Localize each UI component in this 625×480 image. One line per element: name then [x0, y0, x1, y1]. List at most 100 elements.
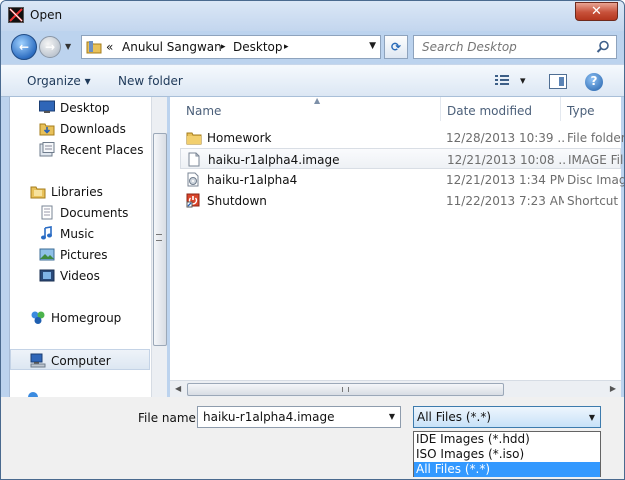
file-row-shutdown[interactable]: Shutdown 11/22/2013 7:23 AM Shortcut [180, 190, 621, 211]
documents-icon [39, 205, 55, 220]
file-type: File folder [567, 131, 625, 145]
address-dropdown-icon[interactable]: ▼ [369, 41, 376, 51]
file-name-label: File name: [138, 411, 200, 425]
nav-item-label: Pictures [60, 248, 108, 262]
search-input[interactable] [420, 37, 590, 57]
homegroup-icon [30, 310, 46, 325]
search-icon[interactable] [596, 40, 610, 57]
file-icon [187, 152, 201, 167]
nav-item-music[interactable]: Music [10, 223, 150, 244]
nav-item-label: Documents [60, 206, 129, 220]
recent-places-icon [39, 142, 55, 157]
nav-item-pictures[interactable]: Pictures [10, 244, 150, 265]
breadcrumb-separator[interactable]: ▸ [221, 42, 226, 52]
disc-image-icon [186, 172, 200, 187]
navigation-pane: Desktop Downloads Recent Places Librarie… [9, 97, 167, 397]
file-name-input[interactable] [201, 408, 379, 426]
nav-item-label: Videos [60, 269, 100, 283]
file-type: IMAGE File [568, 153, 625, 167]
file-name-dropdown-icon[interactable]: ▼ [389, 412, 395, 421]
nav-item-downloads[interactable]: Downloads [10, 118, 150, 139]
column-header-date-modified[interactable]: Date modified [441, 97, 561, 121]
breadcrumb-desktop[interactable]: Desktop [233, 40, 283, 54]
nav-item-label: Computer [51, 354, 111, 368]
change-view-button[interactable]: ▾ [494, 74, 526, 91]
videos-icon [39, 268, 55, 283]
filter-option-iso-images[interactable]: ISO Images (*.iso) [414, 447, 600, 462]
nav-pane-scrollbar[interactable] [151, 97, 167, 397]
app-x-icon [8, 7, 24, 23]
window-title: Open [30, 8, 63, 22]
downloads-icon [39, 121, 55, 136]
preview-pane-icon[interactable] [549, 74, 567, 89]
breadcrumb-separator[interactable]: ▸ [284, 42, 289, 52]
nav-item-desktop[interactable]: Desktop [10, 97, 150, 118]
file-name: Shutdown [207, 194, 267, 208]
forward-button[interactable]: → [39, 36, 61, 58]
file-list: Name ▲ Date modified Type Homework 12/28… [170, 96, 624, 397]
title-bar[interactable]: Open ✕ [1, 1, 624, 31]
column-header-type[interactable]: Type [561, 97, 621, 121]
refresh-icon: ⟳ [390, 40, 402, 54]
filter-option-all-files[interactable]: All Files (*.*) [414, 462, 600, 477]
open-dialog: Open ✕ ← → ▼ « Anukul Sangwan ▸ Desktop … [0, 0, 625, 480]
refresh-button[interactable]: ⟳ [384, 35, 408, 59]
search-box[interactable] [413, 35, 617, 59]
close-button[interactable]: ✕ [575, 2, 618, 21]
folder-icon [186, 130, 202, 145]
column-header-name[interactable]: Name ▲ [180, 96, 441, 121]
back-button[interactable]: ← [11, 34, 37, 60]
network-icon[interactable] [27, 390, 39, 397]
new-folder-button[interactable]: New folder [118, 74, 183, 88]
file-name: haiku-r1alpha4 [207, 173, 298, 187]
file-row-haiku-image[interactable]: haiku-r1alpha4.image 12/21/2013 10:08 ..… [180, 148, 624, 169]
navigation-row: ← → ▼ « Anukul Sangwan ▸ Desktop ▸ ▼ ⟳ [1, 31, 624, 63]
breadcrumb-anukul-sangwan[interactable]: Anukul Sangwan [122, 40, 222, 54]
scroll-right-icon[interactable]: ▶ [610, 384, 616, 393]
address-overflow-chevron[interactable]: « [106, 40, 113, 54]
scroll-left-icon[interactable]: ◀ [175, 384, 181, 393]
help-icon[interactable]: ? [585, 73, 603, 91]
computer-icon [30, 353, 46, 368]
file-type-filter-value: All Files (*.*) [417, 410, 492, 424]
file-name-combobox[interactable]: ▼ [197, 406, 401, 428]
recent-pages-dropdown[interactable]: ▼ [65, 42, 71, 51]
address-folder-icon [86, 40, 102, 57]
column-header-label: Date modified [447, 104, 533, 118]
file-type: Disc Image [567, 173, 624, 187]
nav-item-libraries[interactable]: Libraries [10, 181, 150, 202]
file-date: 12/21/2013 1:34 PM [446, 173, 564, 187]
filter-option-ide-images[interactable]: IDE Images (*.hdd) [414, 432, 600, 447]
nav-item-label: Downloads [60, 122, 126, 136]
chevron-down-icon[interactable]: ▼ [589, 413, 595, 422]
desktop-icon [39, 100, 55, 115]
nav-item-homegroup[interactable]: Homegroup [10, 307, 150, 328]
scroll-grip-icon [342, 387, 349, 392]
file-date: 12/21/2013 10:08 ... [447, 153, 565, 167]
file-name: Homework [207, 131, 272, 145]
pictures-icon [39, 247, 55, 262]
nav-item-recent-places[interactable]: Recent Places [10, 139, 150, 160]
view-grid-icon [495, 75, 509, 85]
file-row-haiku-disc-image[interactable]: haiku-r1alpha4 12/21/2013 1:34 PM Disc I… [180, 169, 624, 190]
file-list-scroll-thumb[interactable] [187, 383, 504, 396]
organize-button[interactable]: Organize ▾ [27, 74, 91, 88]
file-list-horizontal-scrollbar[interactable]: ◀ ▶ [170, 380, 621, 397]
column-header-label: Type [567, 104, 595, 118]
nav-item-label: Libraries [51, 185, 103, 199]
file-date: 12/28/2013 10:39 ... [446, 131, 564, 145]
nav-item-computer[interactable]: Computer [10, 349, 150, 370]
forward-arrow-icon: → [44, 40, 56, 54]
file-date: 11/22/2013 7:23 AM [446, 194, 564, 208]
file-type: Shortcut [567, 194, 619, 208]
address-bar[interactable]: « Anukul Sangwan ▸ Desktop ▸ ▼ [81, 35, 381, 59]
music-icon [39, 226, 55, 241]
nav-item-label: Homegroup [51, 311, 122, 325]
nav-item-documents[interactable]: Documents [10, 202, 150, 223]
view-dropdown-icon[interactable]: ▾ [520, 74, 526, 87]
nav-item-videos[interactable]: Videos [10, 265, 150, 286]
file-row-homework[interactable]: Homework 12/28/2013 10:39 ... File folde… [180, 127, 624, 148]
back-arrow-icon: ← [18, 40, 30, 54]
file-type-filter-select[interactable]: All Files (*.*) ▼ [413, 406, 601, 428]
nav-item-label: Desktop [60, 101, 110, 115]
